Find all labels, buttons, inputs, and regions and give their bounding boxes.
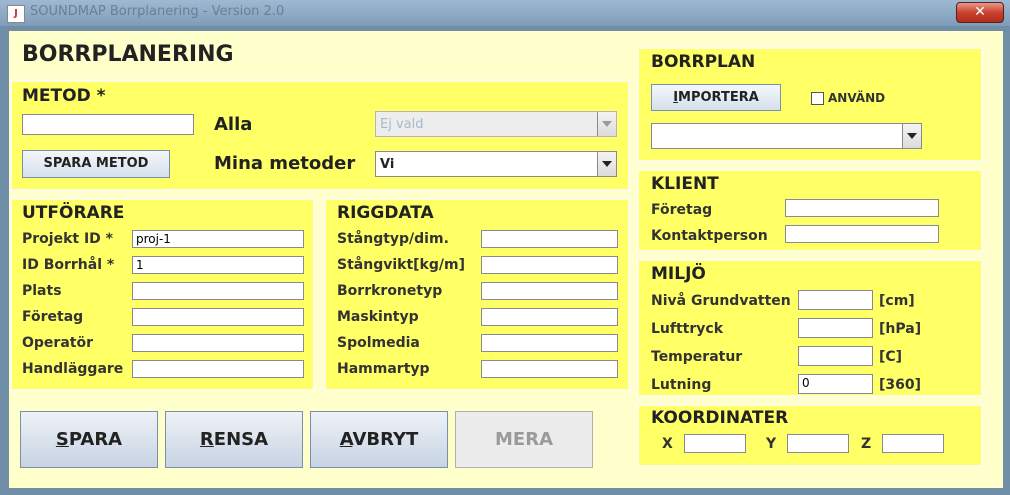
foretag-label: Företag [22,309,84,325]
lufttryck-field[interactable] [798,318,873,338]
mina-metoder-value: Vi [380,157,395,172]
maskintyp-label: Maskintyp [337,309,419,325]
importera-button[interactable]: IMPORTERA [651,84,781,111]
avbryt-label: VBRYT [352,429,419,450]
utforare-title: UTFÖRARE [22,203,125,223]
foretag-field[interactable] [132,308,304,326]
grundvatten-unit: [cm] [879,293,915,309]
title-bar[interactable]: J SOUNDMAP Borrplanering - Version 2.0 ✕ [0,0,1010,26]
riggdata-title: RIGGDATA [337,203,434,223]
projekt-id-field[interactable]: proj-1 [132,230,304,248]
kontaktperson-label: Kontaktperson [651,228,768,244]
metod-input[interactable] [22,114,194,135]
spara-mnemonic: S [55,429,69,450]
mera-button: MERA [455,411,593,468]
klient-foretag-label: Företag [651,202,713,218]
spara-button[interactable]: SPARA [20,411,158,468]
temperatur-field[interactable] [798,346,873,366]
rensa-mnemonic: R [199,429,214,450]
y-field[interactable] [787,434,849,453]
anvand-label: ANVÄND [828,91,886,105]
close-button[interactable]: ✕ [956,2,1004,23]
page-title: BORRPLANERING [22,42,234,67]
lufttryck-label: Lufttryck [651,321,724,337]
alla-select: Ej vald [375,111,617,137]
rensa-label: ENSA [213,429,269,450]
plats-field[interactable] [132,282,304,300]
rensa-button[interactable]: RENSA [165,411,303,468]
avbryt-mnemonic: A [339,429,353,450]
handlaggare-label: Handläggare [22,361,124,377]
stangtyp-label: Stångtyp/dim. [337,231,449,247]
projekt-id-label: Projekt ID * [22,231,113,247]
hammartyp-field[interactable] [481,360,618,378]
id-borrhal-field[interactable]: 1 [132,256,304,274]
operator-label: Operatör [22,335,93,351]
grundvatten-field[interactable] [798,290,873,310]
grundvatten-label: Nivå Grundvatten [651,293,791,309]
plats-label: Plats [22,283,62,299]
lufttryck-unit: [hPa] [879,321,922,337]
z-field[interactable] [882,434,944,453]
klient-title: KLIENT [651,174,719,194]
app-window: J SOUNDMAP Borrplanering - Version 2.0 ✕… [0,0,1010,495]
kontaktperson-field[interactable] [785,225,939,243]
z-label: Z [861,436,872,452]
lutning-field[interactable]: 0 [798,374,873,394]
id-borrhal-label: ID Borrhål * [22,257,115,273]
chevron-down-icon[interactable] [597,152,616,176]
miljo-title: MILJÖ [651,264,706,284]
mina-metoder-select[interactable]: Vi [375,151,617,177]
chevron-down-icon [597,112,616,136]
temperatur-unit: [C] [879,349,903,365]
maskintyp-field[interactable] [481,308,618,326]
x-label: X [662,436,673,452]
metod-title: METOD * [22,86,106,106]
koordinater-title: KOORDINATER [651,408,789,428]
spara-metod-button[interactable]: SPARA METOD [22,150,170,178]
lutning-label: Lutning [651,377,712,393]
chevron-down-icon[interactable] [902,124,921,148]
java-app-icon: J [7,5,25,23]
borrplan-title: BORRPLAN [651,52,756,72]
handlaggare-field[interactable] [132,360,304,378]
spolmedia-field[interactable] [481,334,618,352]
importera-label: MPORTERA [678,90,759,105]
spara-label: PARA [68,429,123,450]
stangvikt-label: Stångvikt[kg/m] [337,257,465,273]
operator-field[interactable] [132,334,304,352]
borrplan-select[interactable] [651,123,922,149]
stangvikt-field[interactable] [481,256,618,274]
x-field[interactable] [684,434,746,453]
anvand-checkbox[interactable] [811,92,824,105]
avbryt-button[interactable]: AVBRYT [310,411,448,468]
temperatur-label: Temperatur [651,349,743,365]
lutning-unit: [360] [879,377,922,393]
klient-foretag-field[interactable] [785,199,939,217]
stangtyp-field[interactable] [481,230,618,248]
hammartyp-label: Hammartyp [337,361,430,377]
borrkronetyp-label: Borrkronetyp [337,283,443,299]
window-title: SOUNDMAP Borrplanering - Version 2.0 [30,4,285,19]
spolmedia-label: Spolmedia [337,335,420,351]
mina-metoder-label: Mina metoder [214,153,356,174]
borrkronetyp-field[interactable] [481,282,618,300]
y-label: Y [766,436,777,452]
alla-label: Alla [214,114,253,135]
alla-select-value: Ej vald [380,117,424,132]
